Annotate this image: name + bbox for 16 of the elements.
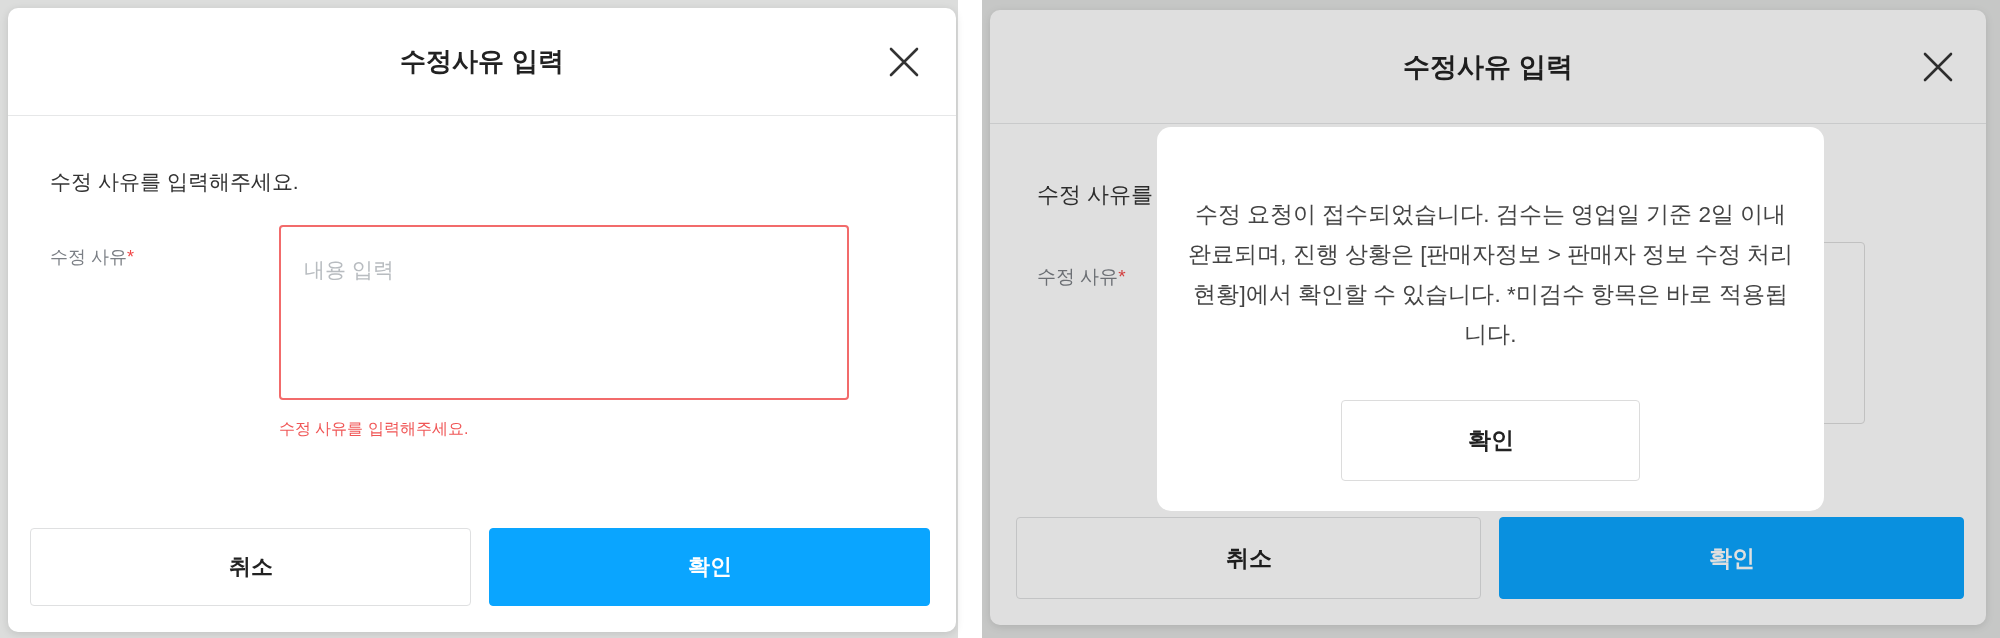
cancel-button[interactable]: 취소 (30, 528, 471, 606)
error-message: 수정 사유를 입력해주세요. (279, 419, 469, 439)
input-field[interactable]: 내용 입력 (279, 225, 849, 400)
cancel-button[interactable]: 취소 (1016, 517, 1481, 599)
alert-message: 수정 요청이 접수되었습니다. 검수는 영업일 기준 2일 이내 완료되며, 진행 상황은 [판매자정보 > 판매자 정보 수정 처리 현황]에서 확인할 수 있습니다. *미검수 항목은 바로 적용됩니다. (1187, 201, 1794, 349)
instruction-text: 수정 사유를 입력해주세요. (50, 169, 299, 195)
field-label: 수정 사유 (1037, 266, 1119, 287)
field-label: 수정 사유 (50, 247, 127, 267)
required-mark: * (1118, 266, 1126, 287)
required-mark: * (127, 247, 135, 267)
dialog-title: 수정사유 입력 (1403, 50, 1573, 84)
confirm-button[interactable]: 확인 (1341, 400, 1640, 481)
close-icon[interactable] (1923, 51, 1953, 82)
close-icon[interactable] (889, 46, 919, 77)
instruction-text: 수정 사유를 (1037, 181, 1154, 208)
dialog-title: 수정사유 입력 (400, 45, 564, 78)
